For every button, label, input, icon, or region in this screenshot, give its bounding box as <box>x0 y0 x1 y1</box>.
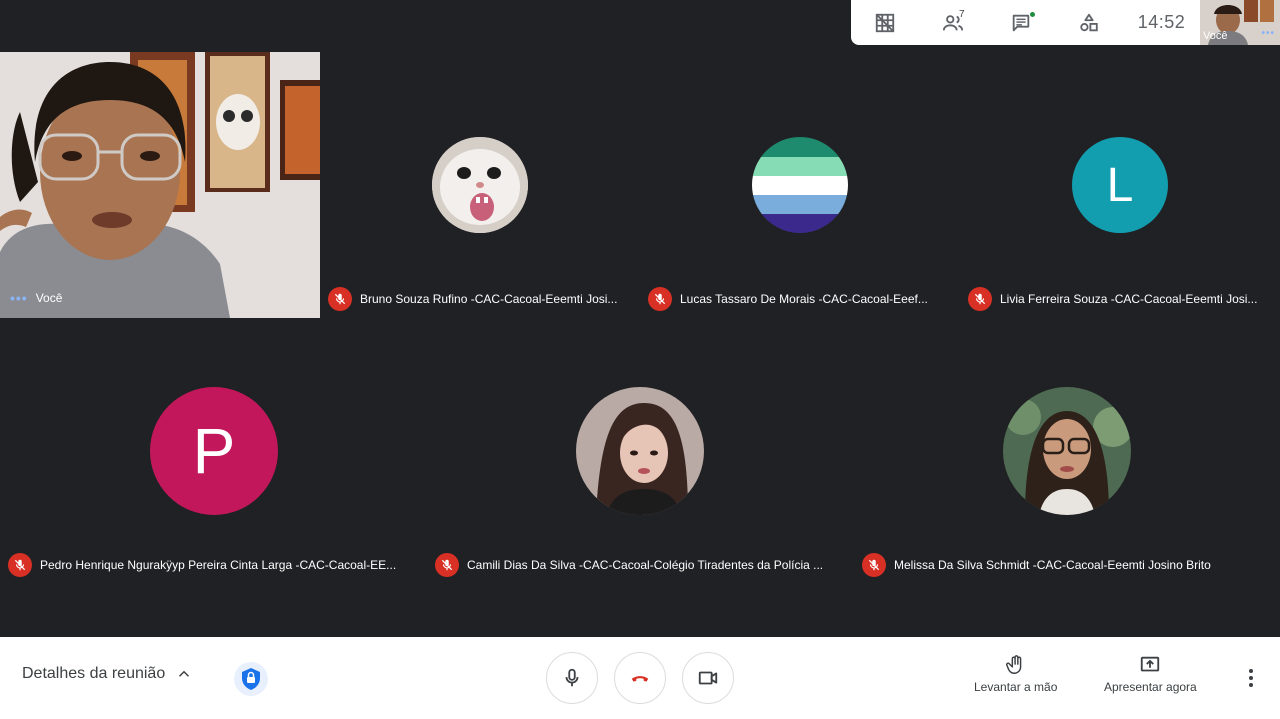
participant-name: Camili Dias Da Silva -CAC-Cacoal-Colégio… <box>467 558 824 572</box>
participant-avatar-letter: L <box>1072 137 1168 233</box>
participant-tile[interactable]: Camili Dias Da Silva -CAC-Cacoal-Colégio… <box>427 318 854 584</box>
self-preview-thumbnail[interactable]: Você ••• <box>1200 0 1280 45</box>
hang-up-button[interactable] <box>614 652 666 704</box>
people-button[interactable]: 7 <box>919 0 987 45</box>
grid-icon <box>875 13 895 32</box>
girl-glasses-photo <box>1003 387 1131 515</box>
meet-call-window: 7 14:52 Você ••• ••• Você Bruno Souza Ru… <box>0 0 1280 719</box>
participant-avatar-photo <box>752 137 848 233</box>
participant-tile[interactable]: Bruno Souza Rufino -CAC-Cacoal-Eeemti Jo… <box>320 52 640 318</box>
muted-mic-icon <box>862 553 886 577</box>
participant-name: Melissa Da Silva Schmidt -CAC-Cacoal-Eee… <box>894 558 1211 572</box>
chevron-up-icon <box>179 670 190 677</box>
audio-activity-icon: ••• <box>10 290 28 306</box>
phone-hangup-icon <box>631 676 649 682</box>
top-toolbar: 7 14:52 <box>851 0 1200 45</box>
microphone-icon <box>565 668 579 687</box>
participant-tile[interactable]: P Pedro Henrique Ngurakÿyp Pereira Cinta… <box>0 318 427 584</box>
host-controls-button[interactable] <box>234 662 268 696</box>
participant-name: Pedro Henrique Ngurakÿyp Pereira Cinta L… <box>40 558 397 572</box>
participant-tile[interactable]: Lucas Tassaro De Morais -CAC-Cacoal-Eeef… <box>640 52 960 318</box>
avatar-letter: P <box>192 415 236 487</box>
participant-name: Bruno Souza Rufino -CAC-Cacoal-Eeemti Jo… <box>360 292 618 306</box>
self-name: Você <box>35 291 63 305</box>
self-tile-label: ••• Você <box>10 290 62 306</box>
raise-hand-icon <box>1005 655 1022 674</box>
participant-tile[interactable]: Melissa Da Silva Schmidt -CAC-Cacoal-Eee… <box>854 318 1280 584</box>
clock: 14:52 <box>1137 12 1186 32</box>
chat-button[interactable] <box>987 0 1055 45</box>
participant-name: Livia Ferreira Souza -CAC-Cacoal-Eeemti … <box>1000 292 1258 306</box>
participant-avatar-photo <box>432 137 528 233</box>
muted-mic-icon <box>8 553 32 577</box>
present-now-button[interactable]: Apresentar agora <box>1104 654 1197 694</box>
participant-label: Pedro Henrique Ngurakÿyp Pereira Cinta L… <box>8 553 418 577</box>
layout-button[interactable] <box>851 0 919 45</box>
raise-hand-button[interactable]: Levantar a mão <box>974 654 1057 694</box>
flag-stripes-image <box>752 137 848 233</box>
activities-button[interactable] <box>1055 0 1123 45</box>
muted-mic-icon <box>648 287 672 311</box>
participant-name: Lucas Tassaro De Morais -CAC-Cacoal-Eeef… <box>680 292 928 306</box>
muted-mic-icon <box>968 287 992 311</box>
participant-label: Melissa Da Silva Schmidt -CAC-Cacoal-Eee… <box>862 553 1272 577</box>
activities-icon <box>1080 13 1098 31</box>
bottom-control-bar: Detalhes da reunião Levantar a mão Apres… <box>0 637 1280 719</box>
participant-avatar-photo <box>1003 387 1131 515</box>
meeting-details-label: Detalhes da reunião <box>22 665 166 682</box>
more-dots-icon: ••• <box>1261 28 1275 39</box>
participant-label: Bruno Souza Rufino -CAC-Cacoal-Eeemti Jo… <box>328 287 634 311</box>
present-screen-icon <box>1141 656 1160 672</box>
muted-mic-icon <box>435 553 459 577</box>
girl-photo <box>576 387 704 515</box>
cat-photo <box>432 137 528 233</box>
participant-avatar-letter: P <box>150 387 278 515</box>
self-video-tile[interactable]: ••• Você <box>0 52 320 318</box>
muted-mic-icon <box>328 287 352 311</box>
meeting-details-button[interactable]: Detalhes da reunião <box>22 665 193 683</box>
unread-dot <box>1029 11 1036 18</box>
camera-button[interactable] <box>682 652 734 704</box>
participant-tile[interactable]: L Livia Ferreira Souza -CAC-Cacoal-Eeemt… <box>960 52 1280 318</box>
participant-label: Livia Ferreira Souza -CAC-Cacoal-Eeemti … <box>968 287 1274 311</box>
self-video <box>0 52 320 318</box>
raise-hand-label: Levantar a mão <box>974 680 1058 694</box>
participant-avatar-photo <box>576 387 704 515</box>
participant-label: Lucas Tassaro De Morais -CAC-Cacoal-Eeef… <box>648 287 954 311</box>
more-vert-icon <box>1249 669 1253 687</box>
present-now-label: Apresentar agora <box>1104 680 1197 694</box>
avatar-letter: L <box>1106 158 1134 212</box>
shield-lock-icon <box>234 662 268 696</box>
participant-count-badge: 7 <box>959 9 965 20</box>
participant-label: Camili Dias Da Silva -CAC-Cacoal-Colégio… <box>435 553 845 577</box>
microphone-button[interactable] <box>546 652 598 704</box>
more-options-button[interactable] <box>1238 665 1264 691</box>
self-thumbnail-label: Você <box>1203 30 1228 42</box>
video-camera-icon <box>698 671 718 685</box>
